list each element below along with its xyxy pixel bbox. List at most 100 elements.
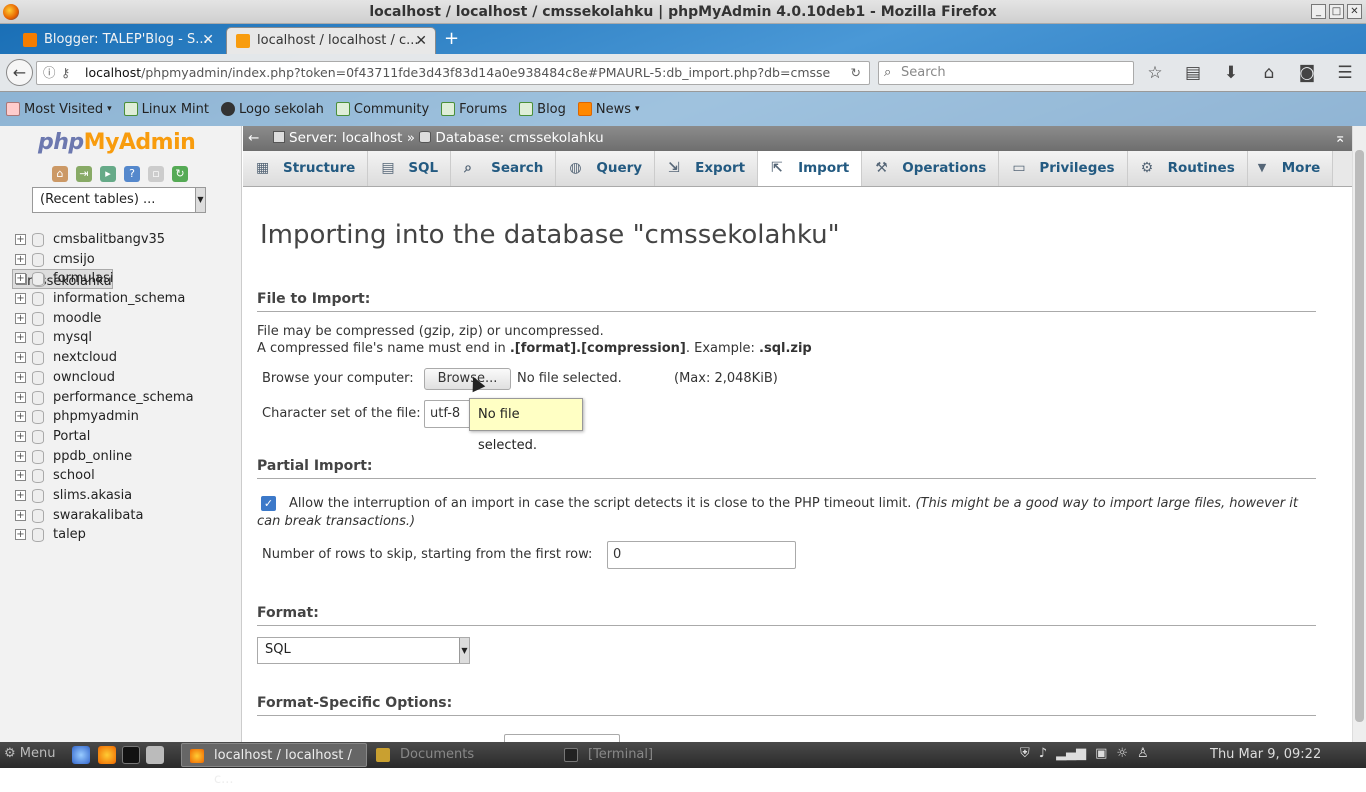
tab-more[interactable]: ▼ More bbox=[1247, 151, 1334, 186]
documentation-icon[interactable]: ▫ bbox=[148, 166, 164, 182]
maximize-button[interactable]: □ bbox=[1329, 4, 1344, 19]
bookmark-star-icon[interactable]: ☆ bbox=[1144, 63, 1166, 83]
browser-tab-phpmyadmin[interactable]: localhost / localhost / c... ✕ bbox=[226, 27, 436, 54]
home-icon[interactable]: ⌂ bbox=[1258, 63, 1280, 83]
database-item[interactable]: + performance_schema bbox=[12, 388, 240, 408]
format-select[interactable]: SQL ▼ bbox=[257, 637, 470, 664]
pocket-icon[interactable]: ◙ bbox=[1296, 63, 1318, 83]
new-tab-button[interactable]: + bbox=[444, 30, 459, 48]
files-launcher-icon[interactable] bbox=[146, 746, 164, 764]
database-item[interactable]: + school bbox=[12, 466, 240, 486]
database-item[interactable]: + phpmyadmin bbox=[12, 407, 240, 427]
url-bar[interactable]: ⓘ ⚷ localhost/phpmyadmin/index.php?token… bbox=[36, 61, 870, 85]
database-item[interactable]: + Portal bbox=[12, 427, 240, 447]
hamburger-menu-icon[interactable]: ☰ bbox=[1334, 63, 1356, 83]
allow-interrupt-checkbox[interactable]: ✓ bbox=[261, 496, 276, 511]
reload-icon[interactable]: ↻ bbox=[851, 62, 861, 84]
expand-icon[interactable]: + bbox=[15, 253, 26, 265]
expand-icon[interactable]: + bbox=[15, 273, 26, 285]
expand-icon[interactable]: + bbox=[15, 352, 26, 364]
collapse-top-icon[interactable]: ⌅ bbox=[1334, 126, 1346, 151]
expand-icon[interactable]: + bbox=[15, 312, 26, 324]
database-item[interactable]: + nextcloud bbox=[12, 348, 240, 368]
help-icon[interactable]: ? bbox=[124, 166, 140, 182]
page-scrollbar[interactable] bbox=[1352, 126, 1366, 742]
expand-icon[interactable]: + bbox=[15, 411, 26, 423]
expand-icon[interactable]: + bbox=[15, 332, 26, 344]
network-icon[interactable]: ▂▄▆ bbox=[1056, 746, 1086, 761]
terminal-launcher-icon[interactable] bbox=[122, 746, 140, 764]
bookmark-news[interactable]: News ▾ bbox=[577, 102, 640, 117]
database-item[interactable]: + cmsijo bbox=[12, 250, 240, 270]
back-button[interactable]: ← bbox=[6, 59, 33, 86]
tab-query[interactable]: ◍ Query bbox=[556, 151, 656, 186]
database-item[interactable]: + cmsbalitbangv35 bbox=[12, 230, 240, 250]
shield-icon[interactable]: ⛨ bbox=[1020, 746, 1030, 761]
close-tab-icon[interactable]: ✕ bbox=[415, 28, 427, 54]
database-item[interactable]: + slims.akasia bbox=[12, 486, 240, 506]
expand-icon[interactable]: + bbox=[15, 450, 26, 462]
close-tab-icon[interactable]: ✕ bbox=[202, 27, 214, 53]
database-item[interactable]: + formulasi bbox=[12, 269, 240, 289]
home-icon[interactable]: ⌂ bbox=[52, 166, 68, 182]
database-item[interactable]: + mysql bbox=[12, 328, 240, 348]
chrome-launcher-icon[interactable] bbox=[72, 746, 90, 764]
database-item[interactable]: + information_schema bbox=[12, 289, 240, 309]
volume-icon[interactable]: ♪ bbox=[1039, 746, 1047, 761]
phpmyadmin-logo[interactable]: phpMyAdmin bbox=[38, 130, 196, 155]
tab-routines[interactable]: ⚙ Routines bbox=[1127, 151, 1248, 186]
skip-rows-input[interactable]: 0 bbox=[607, 541, 796, 569]
tab-structure[interactable]: ▦ Structure bbox=[243, 151, 369, 186]
downloads-icon[interactable]: ⬇ bbox=[1220, 63, 1242, 83]
firefox-launcher-icon[interactable] bbox=[98, 746, 116, 764]
expand-icon[interactable]: + bbox=[15, 489, 26, 501]
breadcrumb-server[interactable]: Server: localhost bbox=[289, 130, 402, 146]
bookmark-most-visited[interactable]: Most Visited ▾ bbox=[6, 102, 112, 117]
bookmark-community[interactable]: Community bbox=[335, 102, 429, 117]
database-item[interactable]: + talep bbox=[12, 525, 240, 545]
scrollbar-thumb[interactable] bbox=[1355, 150, 1364, 722]
bookmark-forums[interactable]: Forums bbox=[441, 102, 507, 117]
sql-query-icon[interactable]: ▸ bbox=[100, 166, 116, 182]
reading-list-icon[interactable]: ▤ bbox=[1182, 63, 1204, 83]
tab-operations[interactable]: ⚒ Operations bbox=[862, 151, 1000, 186]
expand-icon[interactable]: + bbox=[15, 371, 26, 383]
start-menu-button[interactable]: ⚙ Menu bbox=[4, 746, 56, 761]
browser-tab-blogger[interactable]: Blogger: TALEP'Blog - S... ✕ bbox=[14, 27, 222, 54]
expand-icon[interactable]: + bbox=[15, 234, 26, 245]
bookmark-linux-mint[interactable]: Linux Mint bbox=[123, 102, 209, 117]
reload-nav-icon[interactable]: ↻ bbox=[172, 166, 188, 182]
expand-icon[interactable]: + bbox=[15, 293, 26, 305]
taskbar-window-terminal[interactable]: [Terminal] bbox=[556, 743, 736, 767]
tab-search[interactable]: ⌕ Search bbox=[451, 151, 557, 186]
clipboard-icon[interactable]: ▣ bbox=[1095, 746, 1107, 761]
tab-import[interactable]: ⇱ Import bbox=[758, 151, 863, 186]
search-bar[interactable]: ⌕ Search bbox=[878, 61, 1134, 85]
expand-icon[interactable]: + bbox=[15, 470, 26, 482]
database-item[interactable]: + moodle bbox=[12, 309, 240, 329]
info-icon[interactable]: ⓘ bbox=[43, 62, 56, 84]
database-item[interactable]: + ppdb_online bbox=[12, 447, 240, 467]
tab-privileges[interactable]: ▭ Privileges bbox=[999, 151, 1128, 186]
user-icon[interactable]: ♙ bbox=[1137, 746, 1149, 761]
database-item[interactable]: + owncloud bbox=[12, 368, 240, 388]
breadcrumb-database[interactable]: Database: cmssekolahku bbox=[435, 130, 603, 146]
recent-tables-select[interactable]: (Recent tables) ... ▼ bbox=[32, 187, 206, 213]
taskbar-window-firefox[interactable]: localhost / localhost / c... bbox=[181, 743, 367, 787]
close-window-button[interactable]: ✕ bbox=[1347, 4, 1362, 19]
expand-icon[interactable]: + bbox=[15, 529, 26, 541]
taskbar-window-documents[interactable]: Documents bbox=[368, 743, 548, 767]
charset-select[interactable]: utf-8 bbox=[424, 400, 474, 428]
database-item[interactable]: + swarakalibata bbox=[12, 506, 240, 526]
tab-sql[interactable]: ▤ SQL bbox=[368, 151, 452, 186]
tab-export[interactable]: ⇲ Export bbox=[655, 151, 759, 186]
minimize-button[interactable]: _ bbox=[1311, 4, 1326, 19]
expand-icon[interactable]: + bbox=[15, 509, 26, 521]
bookmark-blog[interactable]: Blog bbox=[519, 102, 566, 117]
expand-icon[interactable]: + bbox=[15, 391, 26, 403]
expand-icon[interactable]: + bbox=[15, 430, 26, 442]
weather-icon[interactable]: ☼ bbox=[1116, 746, 1128, 761]
logout-icon[interactable]: ⇥ bbox=[76, 166, 92, 182]
collapse-nav-icon[interactable]: ← bbox=[248, 126, 259, 151]
format-option-select[interactable] bbox=[504, 734, 620, 742]
